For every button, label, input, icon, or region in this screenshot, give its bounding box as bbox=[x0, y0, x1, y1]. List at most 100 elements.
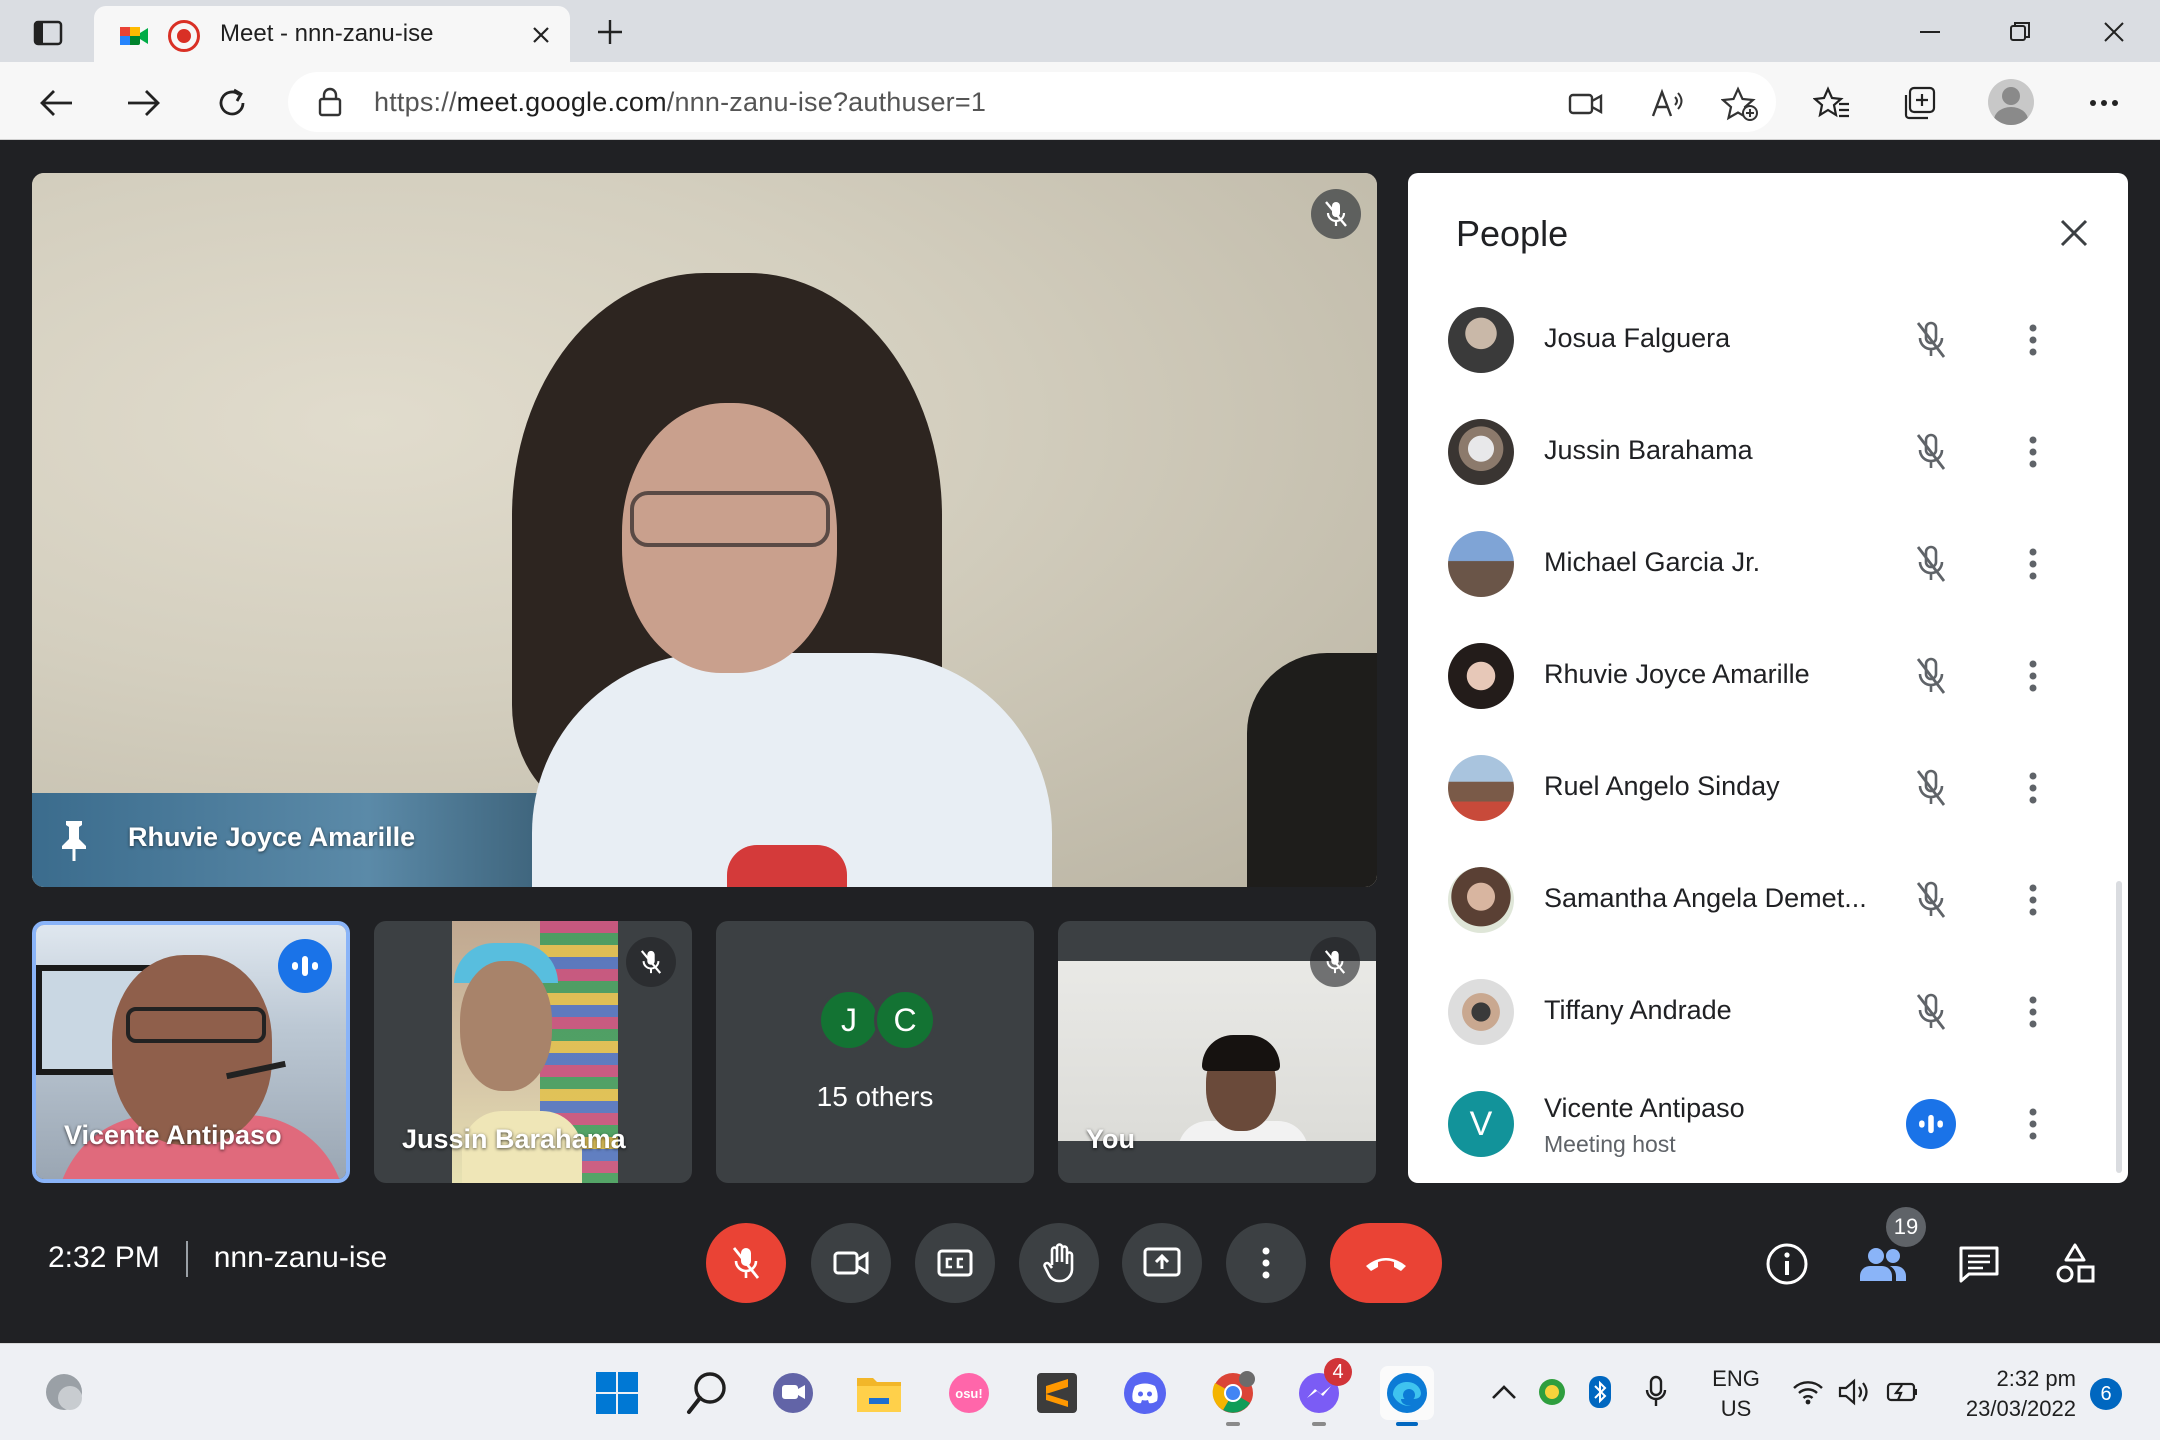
more-options-button[interactable] bbox=[1226, 1223, 1306, 1303]
participant-row[interactable]: Michael Garcia Jr. bbox=[1408, 509, 2108, 621]
avatar: J bbox=[818, 989, 880, 1051]
refresh-icon[interactable] bbox=[210, 81, 254, 125]
notification-count-badge[interactable]: 6 bbox=[2090, 1378, 2122, 1410]
self-view-tile[interactable]: You bbox=[1058, 921, 1376, 1183]
wifi-icon[interactable] bbox=[1790, 1374, 1826, 1410]
camera-in-use-icon[interactable] bbox=[1566, 84, 1606, 124]
captions-button[interactable] bbox=[915, 1223, 995, 1303]
participant-row[interactable]: Samantha Angela Demet... bbox=[1408, 845, 2108, 957]
more-options-icon[interactable] bbox=[2008, 651, 2058, 701]
camera-toggle-button[interactable] bbox=[811, 1223, 891, 1303]
others-tile[interactable]: J C 15 others bbox=[716, 921, 1034, 1183]
present-screen-button[interactable] bbox=[1122, 1223, 1202, 1303]
raise-hand-button[interactable] bbox=[1019, 1223, 1099, 1303]
tile-participant-name: You bbox=[1086, 1124, 1135, 1154]
others-count-label: 15 others bbox=[816, 1081, 934, 1112]
address-bar[interactable]: https://meet.google.com/nnn-zanu-ise?aut… bbox=[288, 72, 1776, 132]
file-explorer-icon[interactable] bbox=[852, 1366, 906, 1420]
tab-actions-icon[interactable] bbox=[28, 16, 68, 50]
microphone-in-use-icon[interactable] bbox=[1638, 1374, 1674, 1410]
bluetooth-icon[interactable] bbox=[1582, 1374, 1618, 1410]
meeting-details-icon[interactable] bbox=[1760, 1237, 1814, 1291]
minimize-window-icon[interactable] bbox=[1910, 12, 1950, 52]
more-options-icon[interactable] bbox=[2008, 987, 2058, 1037]
muted-mic-icon bbox=[1906, 539, 1956, 589]
tray-app-icon[interactable] bbox=[1534, 1374, 1570, 1410]
avatar: V bbox=[1448, 1091, 1514, 1157]
messenger-icon[interactable]: 4 bbox=[1292, 1358, 1352, 1426]
browser-tab-meet[interactable]: Meet - nnn-zanu-ise bbox=[94, 6, 570, 62]
chrome-icon[interactable] bbox=[1206, 1366, 1260, 1426]
participant-glasses bbox=[630, 491, 830, 547]
participant-row[interactable]: Rhuvie Joyce Amarille bbox=[1408, 621, 2108, 733]
more-options-icon[interactable] bbox=[2008, 763, 2058, 813]
activities-icon[interactable] bbox=[2048, 1237, 2102, 1291]
keyboard-layout: US bbox=[1720, 1396, 1752, 1421]
microphone-toggle-button[interactable] bbox=[706, 1223, 786, 1303]
people-panel: People Josua Falguera Jussin Barahama Mi… bbox=[1408, 173, 2128, 1183]
leave-call-button[interactable] bbox=[1330, 1223, 1442, 1303]
back-arrow-icon[interactable] bbox=[34, 81, 78, 125]
participant-name: Samantha Angela Demet... bbox=[1544, 883, 1867, 913]
profile-avatar[interactable] bbox=[1988, 79, 2034, 125]
show-hidden-icons-icon[interactable] bbox=[1486, 1374, 1522, 1410]
participant-face bbox=[460, 961, 552, 1091]
speaking-indicator-icon bbox=[278, 939, 332, 993]
meeting-code: nnn-zanu-ise bbox=[213, 1241, 388, 1274]
volume-icon[interactable] bbox=[1836, 1374, 1872, 1410]
avatar bbox=[1448, 419, 1514, 485]
lock-icon[interactable] bbox=[316, 86, 348, 118]
participant-row[interactable]: V Vicente Antipaso Meeting host bbox=[1408, 1069, 2108, 1181]
more-options-icon[interactable] bbox=[2008, 427, 2058, 477]
edge-icon[interactable] bbox=[1380, 1366, 1434, 1426]
teams-chat-icon[interactable] bbox=[766, 1366, 820, 1420]
participant-tile[interactable]: Jussin Barahama bbox=[374, 921, 692, 1183]
weather-widget-icon[interactable] bbox=[38, 1366, 92, 1420]
sublime-text-icon[interactable] bbox=[1030, 1366, 1084, 1420]
participant-row[interactable]: Jussin Barahama bbox=[1408, 397, 2108, 509]
participant-glasses bbox=[126, 1007, 266, 1043]
restore-window-icon[interactable] bbox=[2000, 12, 2040, 52]
avatar bbox=[1448, 867, 1514, 933]
participant-tile[interactable]: Vicente Antipaso bbox=[32, 921, 350, 1183]
url-text[interactable]: https://meet.google.com/nnn-zanu-ise?aut… bbox=[374, 87, 986, 118]
muted-mic-icon bbox=[1906, 875, 1956, 925]
settings-more-icon[interactable] bbox=[2082, 81, 2126, 125]
search-icon[interactable] bbox=[680, 1366, 734, 1420]
participant-row[interactable]: Tiffany Andrade bbox=[1408, 957, 2108, 1069]
avatar bbox=[1448, 979, 1514, 1045]
more-options-icon[interactable] bbox=[2008, 539, 2058, 589]
favorites-icon[interactable] bbox=[1810, 81, 1854, 125]
pinned-video-tile[interactable]: Rhuvie Joyce Amarille bbox=[32, 173, 1377, 887]
others-avatar-group: J C bbox=[818, 989, 938, 1053]
add-favorite-icon[interactable] bbox=[1720, 84, 1760, 124]
read-aloud-icon[interactable] bbox=[1648, 84, 1688, 124]
discord-icon[interactable] bbox=[1118, 1366, 1172, 1420]
more-options-icon[interactable] bbox=[2008, 875, 2058, 925]
chat-icon[interactable] bbox=[1952, 1237, 2006, 1291]
start-menu-icon[interactable] bbox=[590, 1366, 644, 1420]
windows-taskbar: osu! 4 ENG US 2:32 pm 23/03/2022 6 bbox=[0, 1343, 2160, 1440]
close-window-icon[interactable] bbox=[2094, 12, 2134, 52]
forward-arrow-icon[interactable] bbox=[122, 81, 166, 125]
pin-icon[interactable] bbox=[56, 819, 92, 863]
messenger-notification-badge: 4 bbox=[1324, 1358, 1352, 1386]
system-clock[interactable]: 2:32 pm 23/03/2022 bbox=[1946, 1364, 2076, 1424]
info-divider bbox=[185, 1241, 188, 1278]
tile-participant-name: Vicente Antipaso bbox=[64, 1120, 282, 1150]
close-tab-icon[interactable] bbox=[524, 18, 558, 52]
more-options-icon[interactable] bbox=[2008, 315, 2058, 365]
recording-indicator-icon bbox=[168, 20, 200, 52]
more-options-icon[interactable] bbox=[2008, 1099, 2058, 1149]
pinned-participant-name: Rhuvie Joyce Amarille bbox=[128, 822, 416, 852]
participant-row[interactable]: Josua Falguera bbox=[1408, 285, 2108, 397]
osu-app-icon[interactable]: osu! bbox=[942, 1366, 996, 1420]
input-language-indicator[interactable]: ENG US bbox=[1706, 1364, 1766, 1424]
participant-row[interactable]: Ruel Angelo Sinday bbox=[1408, 733, 2108, 845]
collections-icon[interactable] bbox=[1898, 81, 1942, 125]
people-scrollbar[interactable] bbox=[2116, 881, 2122, 1173]
battery-charging-icon[interactable] bbox=[1884, 1374, 1920, 1410]
new-tab-icon[interactable] bbox=[590, 12, 630, 52]
participant-hair bbox=[1202, 1035, 1280, 1071]
close-icon[interactable] bbox=[2048, 207, 2100, 259]
